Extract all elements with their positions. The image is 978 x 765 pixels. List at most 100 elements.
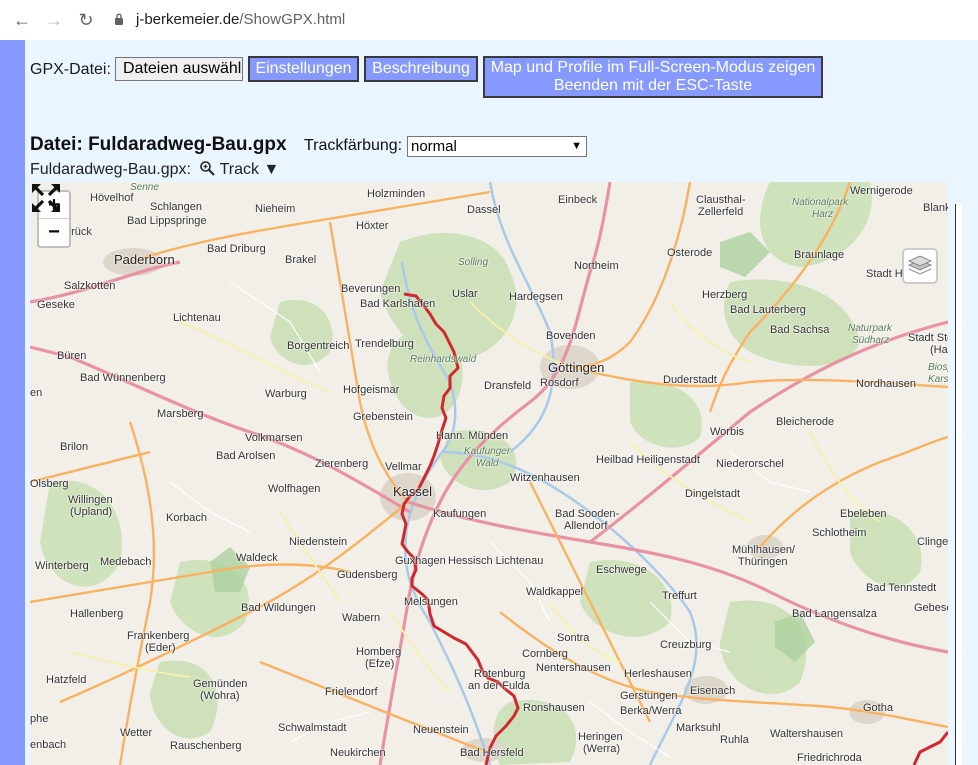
map-place-label: Rotenburg (474, 668, 526, 680)
map-place-label: Cornberg (522, 648, 568, 660)
map-place-label: Winterberg (35, 560, 89, 572)
map-place-label: Bad Langensalza (792, 608, 878, 620)
map-place-label: Waldkappel (526, 586, 584, 598)
map-place-label: Senne (130, 182, 159, 193)
map-place-label: Melsungen (404, 596, 458, 608)
map-place-label: Guxhagen (395, 555, 446, 567)
map-place-label: Olsberg (30, 478, 69, 490)
map-place-label: Gebese (914, 602, 948, 614)
map-place-label: Wernigerode (850, 185, 913, 197)
map-place-label: Marsberg (157, 408, 204, 420)
map-place-label: Solling (458, 257, 489, 268)
map-place-label: Warburg (265, 388, 307, 400)
map-place-label: Heilbad Heiligenstadt (596, 454, 700, 466)
map-place-label: Karst (928, 374, 948, 385)
map-place-label: Bad Lippspringe (127, 215, 207, 227)
map-place-label: Herzberg (702, 289, 748, 301)
map-place-label: Waldeck (236, 552, 278, 564)
reload-icon[interactable]: ↻ (74, 8, 98, 32)
gpx-file-label: GPX-Datei: (30, 61, 111, 78)
map-place-label: Willingen (68, 494, 113, 506)
map-place-label: Bad Arolsen (216, 450, 276, 462)
map-place-label: Schwalmstadt (278, 722, 347, 734)
forward-arrow-icon[interactable]: → (42, 8, 66, 32)
map-place-label: Göttingen (548, 360, 605, 375)
browser-toolbar: ← → ↻ j-berkemeier.de/ShowGPX.html (0, 0, 978, 41)
map-place-label: Osterode (667, 247, 713, 259)
map-place-label: Niederorschel (716, 458, 784, 470)
magnifier-icon[interactable] (199, 160, 216, 176)
map-place-label: Bovenden (546, 330, 596, 342)
map-place-label: Gerstungen (620, 690, 678, 702)
map-place-label: Northeim (574, 260, 619, 272)
map-place-label: Frankenberg (127, 630, 190, 642)
map-place-label: Kaufunger (464, 446, 511, 457)
map-place-label: Gudensberg (337, 569, 398, 581)
map-place-label: Eisenach (690, 685, 736, 697)
address-bar[interactable]: j-berkemeier.de/ShowGPX.html (136, 11, 345, 28)
file-choose-button[interactable]: Dateien auswähl (115, 57, 243, 81)
track-file-name: Fuldaradweg-Bau.gpx: (30, 161, 191, 178)
map-place-label: Marksuhl (676, 722, 721, 734)
description-button[interactable]: Beschreibung (364, 56, 478, 82)
map-place-label: Treffurt (662, 590, 697, 602)
map-place-label: Volkmarsen (245, 432, 303, 444)
url-host: j-berkemeier.de (136, 11, 240, 28)
track-line: Fuldaradweg-Bau.gpx: Track ▼ (30, 160, 279, 179)
track-color-value: normal (411, 138, 457, 155)
map-place-label: Blanker (923, 202, 948, 214)
map-place-label: Bad Wünnenberg (80, 372, 166, 384)
map-place-label: Geseke (37, 299, 75, 311)
map-place-label: Rauschenberg (170, 740, 242, 752)
map-place-label: Brakel (285, 254, 317, 266)
fullscreen-expand-icon[interactable] (30, 182, 62, 214)
map-place-label: Salzkotten (64, 280, 116, 292)
lock-icon[interactable] (114, 13, 124, 25)
map-place-label: Allendorf (564, 520, 608, 532)
map-place-label: Schlotheim (812, 527, 867, 539)
profile-scroll-border (955, 204, 962, 765)
map-place-label: Neuenstein (413, 724, 469, 736)
map-place-label: Wetter (120, 727, 153, 739)
map-place-label: Nordhausen (856, 378, 916, 390)
map-place-label: (Werra) (583, 743, 621, 755)
map-place-label: Clausthal- (696, 194, 746, 206)
map-place-label: Mühlhausen/ (732, 544, 795, 556)
settings-button[interactable]: Einstellungen (248, 56, 359, 82)
track-toggle[interactable]: Track ▼ (220, 161, 280, 178)
map-place-label: Ronshausen (523, 702, 585, 714)
zoom-out-button[interactable]: − (39, 219, 69, 245)
map[interactable]: Senne Hövelhof Schlangen Holzminden Einbeck C… (30, 182, 948, 765)
map-place-label: Bad Lauterberg (730, 304, 806, 316)
map-place-label: Wolfhagen (268, 483, 321, 495)
map-place-label: Schlangen (150, 201, 202, 213)
back-arrow-icon[interactable]: ← (10, 8, 34, 32)
map-place-label: Einbeck (558, 194, 598, 206)
map-place-label: Holzminden (367, 188, 426, 200)
map-place-label: (Eder) (145, 642, 176, 654)
map-place-label: Heringen (578, 731, 623, 743)
map-place-label: Bad Sooden- (555, 508, 620, 520)
map-place-label: Niedenstein (289, 536, 348, 548)
file-title: Datei: Fuldaradweg-Bau.gpx (30, 134, 287, 155)
map-place-label: Sontra (557, 632, 590, 644)
map-place-label: (Efze) (365, 658, 395, 670)
map-place-label: Hövelhof (90, 192, 134, 204)
map-place-label: Braunlage (794, 249, 845, 261)
map-place-label: Kaufungen (433, 508, 487, 520)
map-place-label: Hardegsen (509, 291, 563, 303)
map-place-label: Wald (476, 458, 499, 469)
map-place-label: Bad Karlshafen (360, 298, 436, 310)
track-color-select[interactable]: normal ▼ (407, 136, 587, 157)
map-place-label: Bad Tennstedt (866, 582, 937, 594)
fullscreen-button[interactable]: Map und Profile im Full-Screen-Modus zei… (483, 56, 823, 98)
map-place-label: Stadt Sto (908, 332, 948, 344)
layers-button[interactable] (902, 248, 938, 284)
chevron-down-icon: ▼ (571, 140, 582, 152)
map-place-label: Thüringen (738, 556, 788, 568)
track-color-label: Trackfärbung: (304, 137, 403, 154)
map-place-label: Uslar (452, 288, 478, 300)
map-place-label: Wabern (342, 612, 381, 624)
map-place-label: Nieheim (255, 203, 296, 215)
map-place-label: Paderborn (114, 252, 175, 267)
